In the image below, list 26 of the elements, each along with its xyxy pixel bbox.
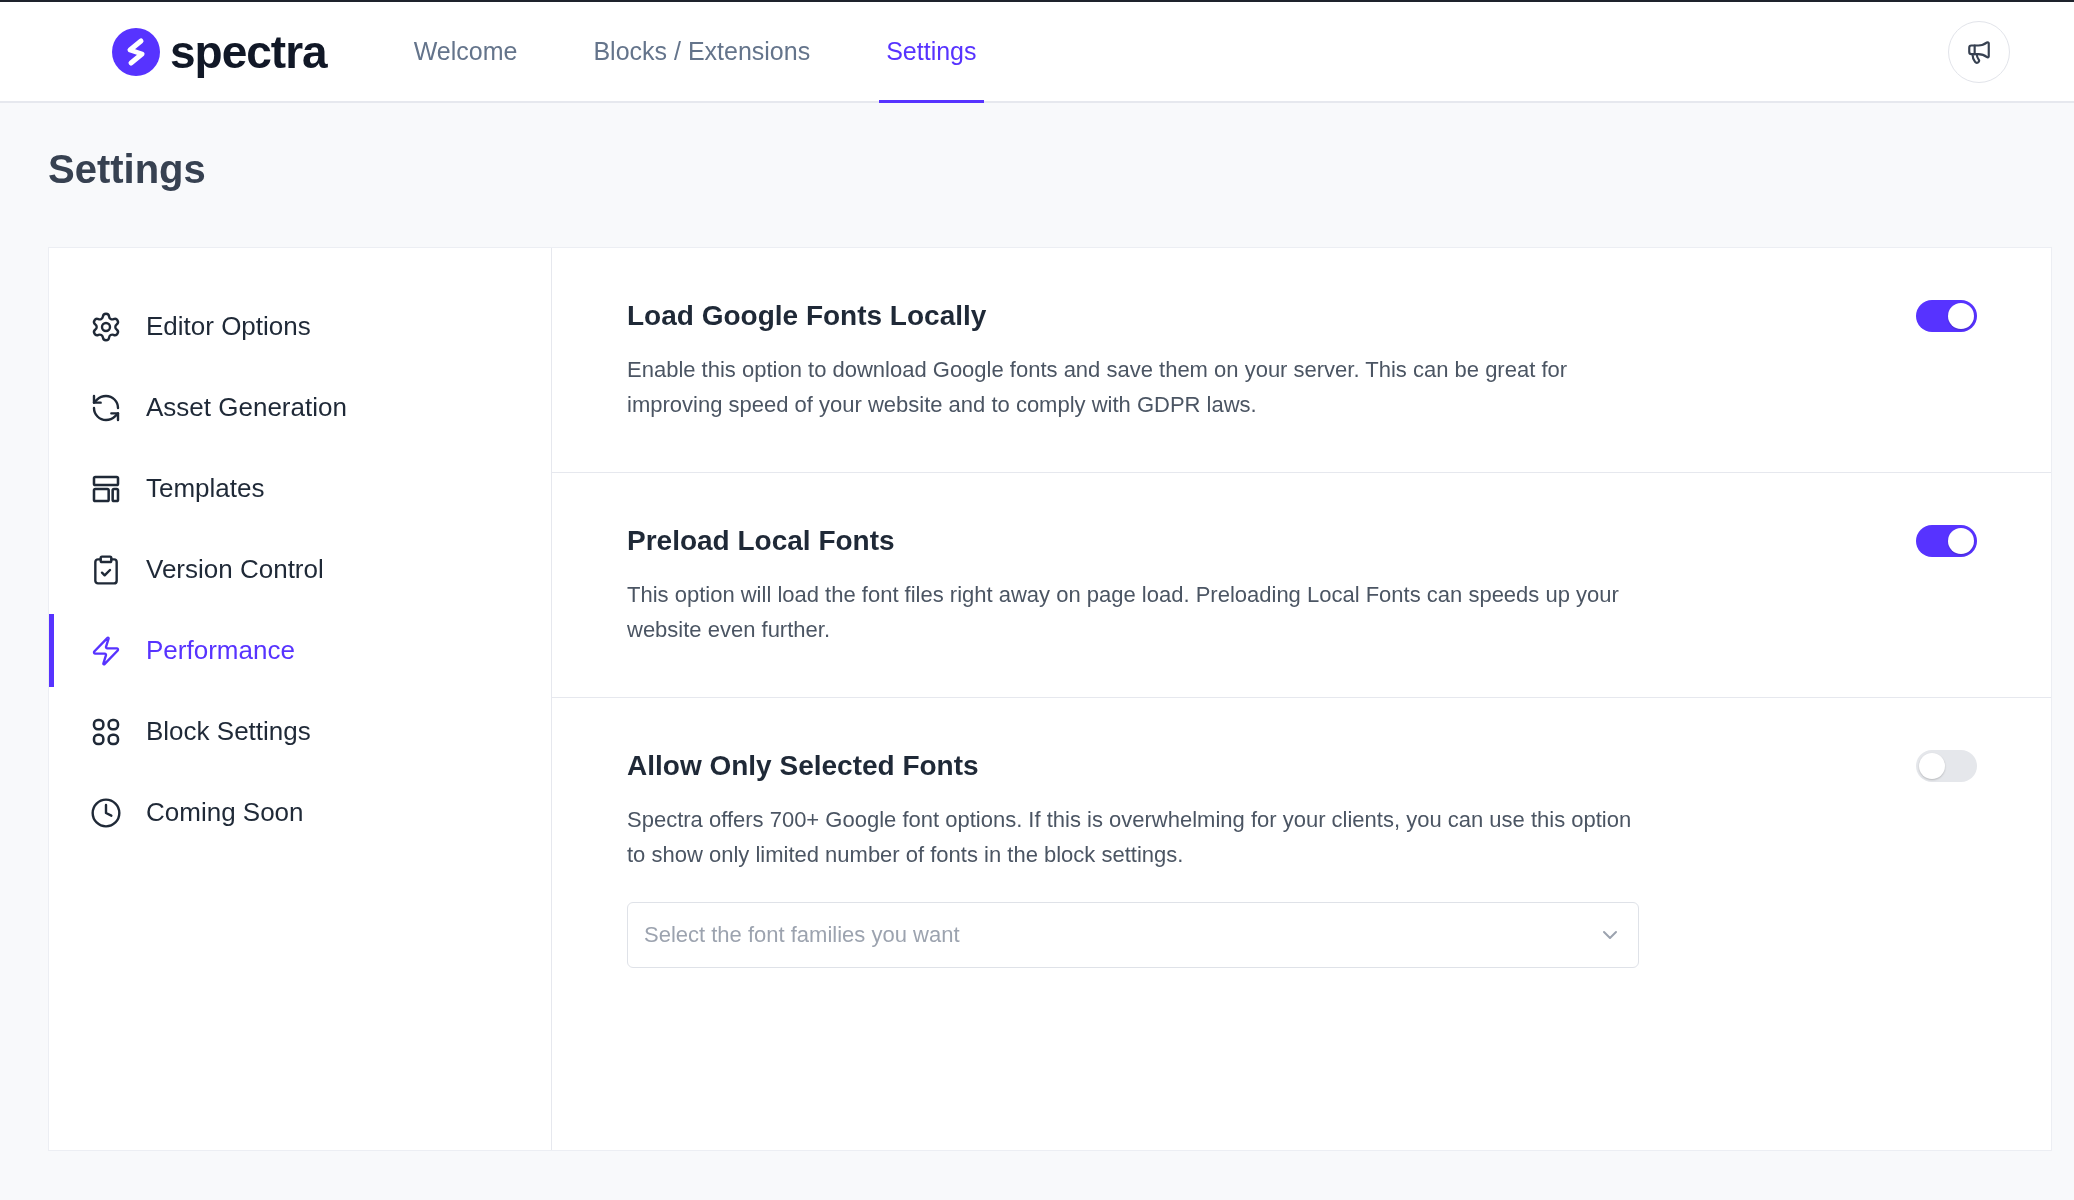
logo-text: spectra bbox=[170, 24, 327, 79]
sidebar-item[interactable]: Block Settings bbox=[49, 695, 551, 768]
setting-title: Allow Only Selected Fonts bbox=[627, 750, 979, 782]
sidebar-item[interactable]: Templates bbox=[49, 452, 551, 525]
sidebar-item[interactable]: Coming Soon bbox=[49, 776, 551, 849]
setting-description: Enable this option to download Google fonts and save them on your server. This can be great for improving speed of your website and to comply with GDPR laws. bbox=[627, 356, 1569, 419]
toggle-switch[interactable] bbox=[1916, 300, 1977, 332]
sidebar-item[interactable]: Version Control bbox=[49, 533, 551, 606]
nav-tab[interactable]: Welcome bbox=[406, 2, 525, 103]
megaphone-icon bbox=[1966, 38, 1992, 65]
setting-description: Spectra offers 700+ Google font options. If this is overwhelming for your clients, you can use this option to show only limited number of fonts in the block settings. bbox=[627, 806, 1633, 869]
toggle-switch[interactable] bbox=[1916, 525, 1977, 557]
gear-icon bbox=[90, 310, 122, 343]
nav-tab[interactable]: Settings bbox=[879, 2, 984, 103]
toggle-switch[interactable] bbox=[1916, 750, 1977, 782]
logo-icon bbox=[112, 27, 160, 76]
nav-tab[interactable]: Blocks / Extensions bbox=[586, 2, 818, 103]
clock-icon bbox=[90, 796, 122, 829]
sidebar-item[interactable]: Editor Options bbox=[49, 290, 551, 363]
setting-title: Load Google Fonts Locally bbox=[627, 300, 987, 332]
setting-title: Preload Local Fonts bbox=[627, 525, 895, 557]
setting-description: This option will load the font files right away on page load. Preloading Local Fonts can speeds up your website even further. bbox=[627, 581, 1620, 644]
page-title: Settings bbox=[48, 147, 207, 192]
sidebar-item[interactable]: Performance bbox=[49, 614, 551, 687]
lightning-icon bbox=[90, 634, 122, 667]
sidebar-item[interactable]: Asset Generation bbox=[49, 371, 551, 444]
